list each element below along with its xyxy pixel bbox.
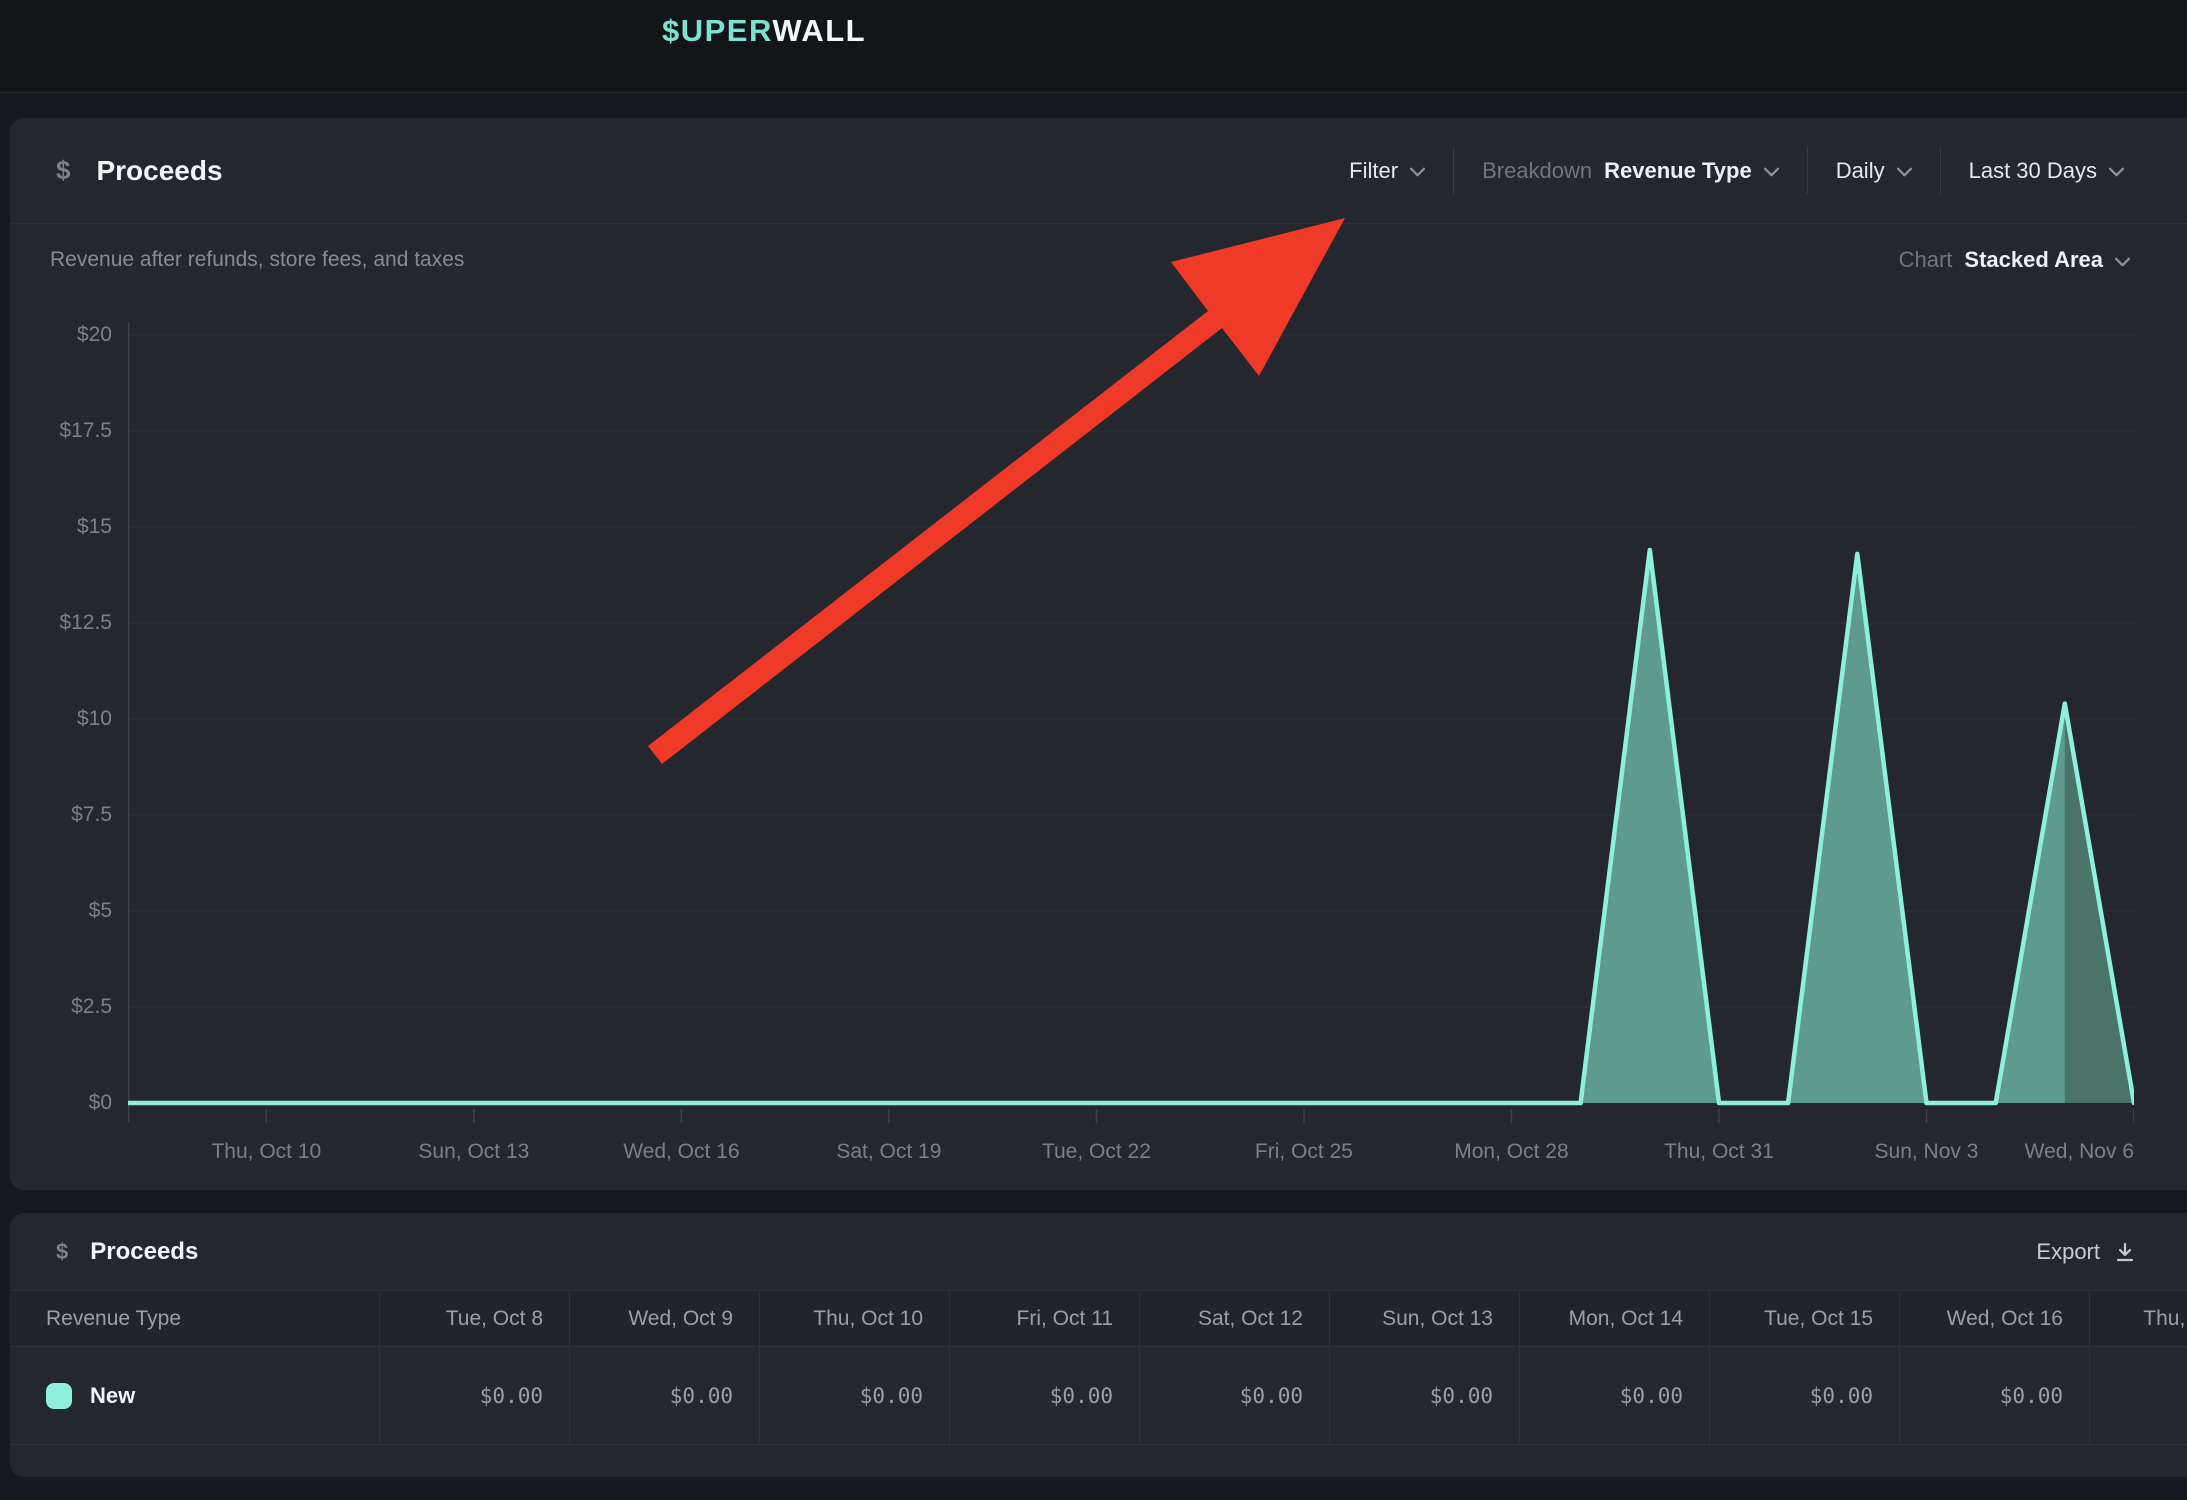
x-axis-tick-label: Wed, Oct 16 [586, 1140, 776, 1164]
date-range-dropdown[interactable]: Last 30 Days [1969, 158, 2124, 184]
y-axis-tick-label: $10 [10, 705, 112, 733]
chart-controls: Filter Breakdown Revenue Type Daily Last… [1349, 148, 2124, 194]
x-axis-labels: Thu, Oct 10 Sun, Oct 13 Wed, Oct 16 Sat, Oc… [128, 1140, 2134, 1172]
x-axis-tick-label: Fri, Oct 25 [1209, 1140, 1399, 1164]
chevron-down-icon [1764, 167, 1779, 177]
chevron-down-icon [2115, 257, 2130, 267]
table-value-cell: $0.00 [1329, 1347, 1519, 1444]
logo-rest: WALL [772, 13, 866, 48]
page: $UPERWALL $ Proceeds Filter Breakdown Re… [0, 0, 2187, 1500]
column-header-date: Tue, Oct 15 [1709, 1291, 1899, 1346]
table-value-cell: $0.00 [1709, 1347, 1899, 1444]
chart-subheader: Revenue after refunds, store fees, and t… [10, 224, 2187, 296]
y-axis-tick-label: $0 [10, 1089, 112, 1117]
date-range-value: Last 30 Days [1969, 158, 2097, 184]
chart-panel-header: $ Proceeds Filter Breakdown Revenue Type… [10, 118, 2187, 224]
proceeds-table-panel: $ Proceeds Export Revenue TypeTue, Oct 8… [10, 1213, 2187, 1477]
table-value-cell: $0.00 [759, 1347, 949, 1444]
column-header-revenue-type: Revenue Type [10, 1291, 379, 1346]
y-axis-tick-label: $15 [10, 513, 112, 541]
column-header-date: Thu, Oct 17 [2089, 1291, 2187, 1346]
x-axis-tick-label: Sun, Oct 13 [379, 1140, 569, 1164]
chart-subtitle: Revenue after refunds, store fees, and t… [50, 248, 464, 272]
logo-accent: $UPER [662, 13, 772, 48]
x-axis-tick-label: Thu, Oct 31 [1624, 1140, 1814, 1164]
table-panel-title: Proceeds [90, 1238, 198, 1266]
table-value-cell: $0.00 [1139, 1347, 1329, 1444]
x-axis-tick-label: Thu, Oct 10 [171, 1140, 361, 1164]
chevron-down-icon [1410, 167, 1425, 177]
table-value-cell: $0.00 [1899, 1347, 2089, 1444]
x-axis-tick-label: Tue, Oct 22 [1001, 1140, 1191, 1164]
table-header-row: Revenue TypeTue, Oct 8Wed, Oct 9Thu, Oct… [10, 1290, 2187, 1347]
breakdown-dropdown[interactable]: Breakdown Revenue Type [1482, 158, 1779, 184]
divider [1940, 148, 1941, 194]
interval-dropdown[interactable]: Daily [1836, 158, 1912, 184]
dollar-icon: $ [56, 1239, 68, 1265]
filter-label: Filter [1349, 158, 1398, 184]
column-header-date: Wed, Oct 9 [569, 1291, 759, 1346]
filter-dropdown[interactable]: Filter [1349, 158, 1425, 184]
series-color-swatch [46, 1383, 72, 1409]
y-axis-tick-label: $17.5 [10, 417, 112, 445]
column-header-date: Tue, Oct 8 [379, 1291, 569, 1346]
divider [1453, 148, 1454, 194]
series-name: New [90, 1383, 135, 1409]
breakdown-label: Breakdown [1482, 158, 1592, 184]
y-axis-tick-label: $5 [10, 897, 112, 925]
row-label-cell: New [10, 1347, 379, 1444]
export-button[interactable]: Export [2036, 1239, 2136, 1265]
chevron-down-icon [2109, 167, 2124, 177]
y-axis-tick-label: $20 [10, 321, 112, 349]
stacked-area-chart[interactable] [128, 300, 2134, 1130]
table-value-cell: $0.00 [1519, 1347, 1709, 1444]
column-header-date: Mon, Oct 14 [1519, 1291, 1709, 1346]
table-value-cell: $0.00 [379, 1347, 569, 1444]
y-axis-labels: $0 $2.5 $5 $7.5 $10 $12.5 $15 $17.5 $20 [10, 300, 112, 1130]
download-icon [2114, 1241, 2136, 1263]
divider [1807, 148, 1808, 194]
chart-type-value: Stacked Area [1964, 247, 2103, 273]
table-value-cell: $0.00 [2089, 1347, 2187, 1444]
x-axis-tick-label: Wed, Nov 6 [1944, 1140, 2134, 1164]
column-header-date: Fri, Oct 11 [949, 1291, 1139, 1346]
column-header-date: Sun, Oct 13 [1329, 1291, 1519, 1346]
export-label: Export [2036, 1239, 2100, 1265]
dollar-icon: $ [56, 155, 70, 186]
column-header-date: Wed, Oct 16 [1899, 1291, 2089, 1346]
chart-type-label: Chart [1899, 247, 1953, 273]
app-header: $UPERWALL [0, 0, 2187, 93]
proceeds-chart-panel: $ Proceeds Filter Breakdown Revenue Type… [10, 118, 2187, 1190]
x-axis-tick-label: Mon, Oct 28 [1416, 1140, 1606, 1164]
chart-panel-title: Proceeds [96, 155, 222, 187]
chevron-down-icon [1897, 167, 1912, 177]
column-header-date: Sat, Oct 12 [1139, 1291, 1329, 1346]
table-panel-header: $ Proceeds Export [10, 1213, 2187, 1290]
x-axis-tick-label: Sat, Oct 19 [794, 1140, 984, 1164]
y-axis-tick-label: $7.5 [10, 801, 112, 829]
column-header-date: Thu, Oct 10 [759, 1291, 949, 1346]
table-value-cell: $0.00 [949, 1347, 1139, 1444]
breakdown-value: Revenue Type [1604, 158, 1752, 184]
table-data-row: New$0.00$0.00$0.00$0.00$0.00$0.00$0.00$0… [10, 1347, 2187, 1445]
y-axis-tick-label: $12.5 [10, 609, 112, 637]
interval-value: Daily [1836, 158, 1885, 184]
table-value-cell: $0.00 [569, 1347, 759, 1444]
x-axis-tick-label: Sun, Nov 3 [1831, 1140, 2021, 1164]
chart-type-dropdown[interactable]: Chart Stacked Area [1899, 247, 2130, 273]
y-axis-tick-label: $2.5 [10, 993, 112, 1021]
superwall-logo: $UPERWALL [662, 13, 866, 49]
